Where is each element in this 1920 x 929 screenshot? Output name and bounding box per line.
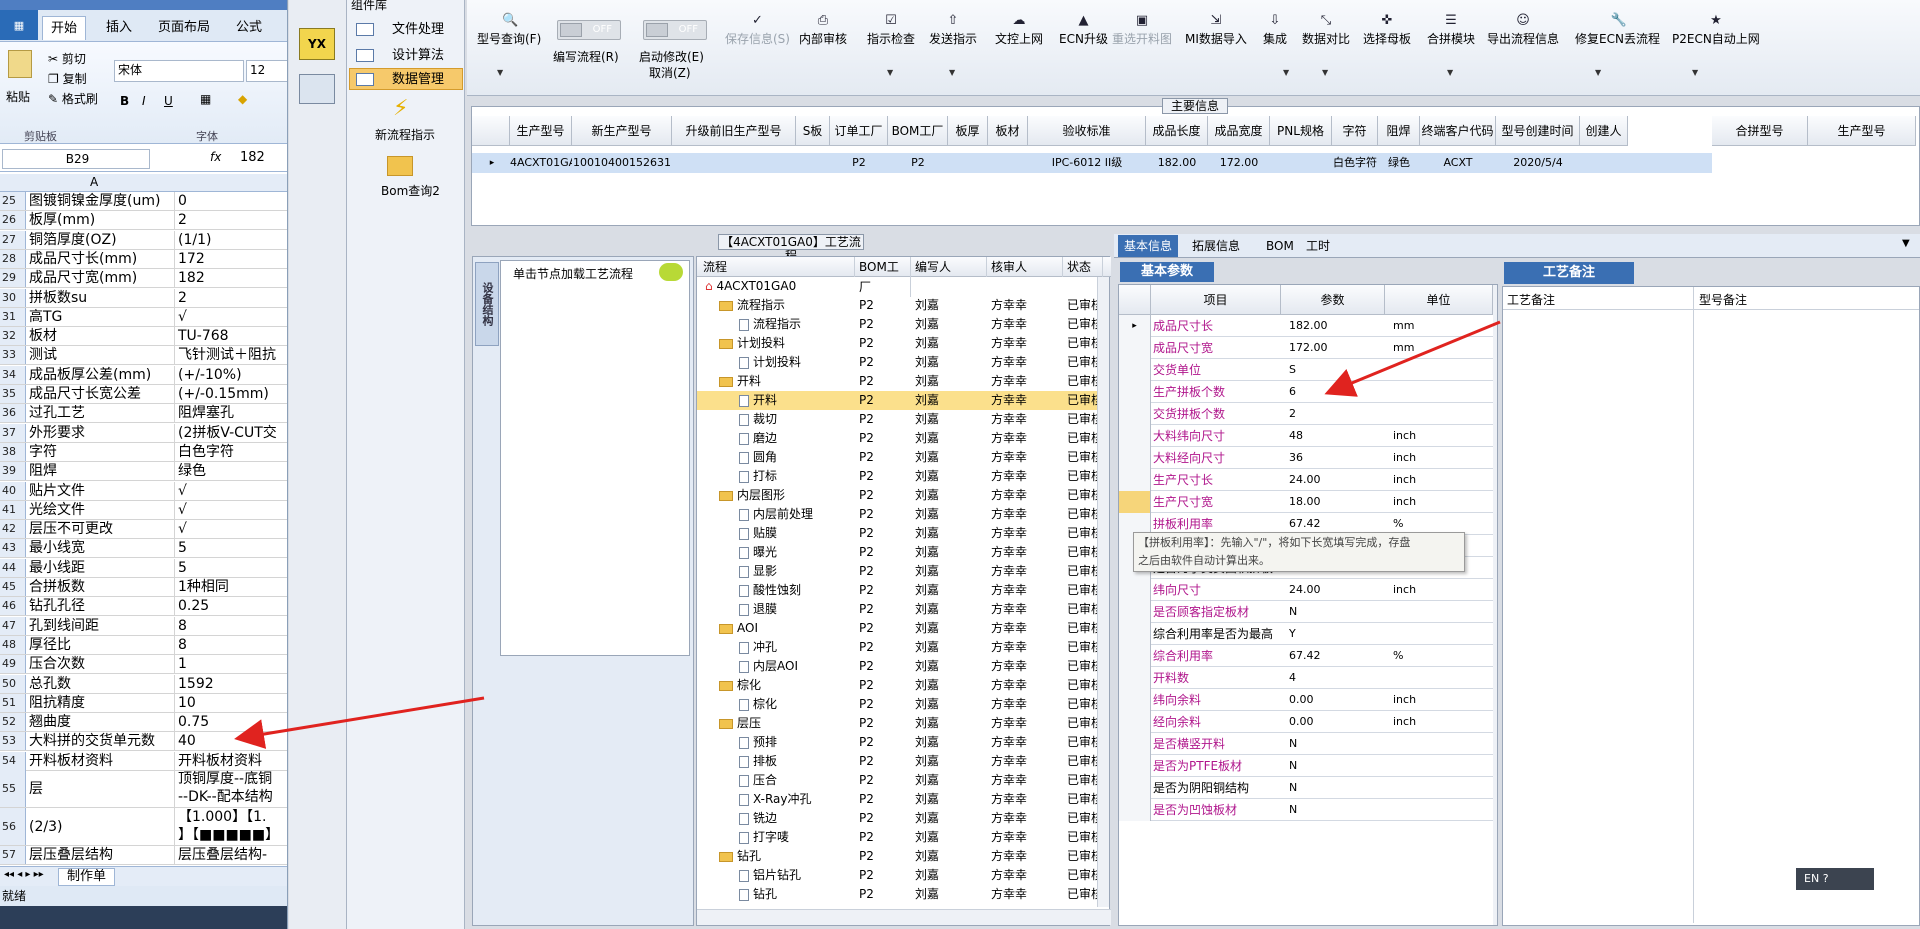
annotation-arrows [234,320,1501,749]
arrow-to-excel-row-53 [234,696,485,749]
arrow-to-panel-count [1324,320,1501,397]
